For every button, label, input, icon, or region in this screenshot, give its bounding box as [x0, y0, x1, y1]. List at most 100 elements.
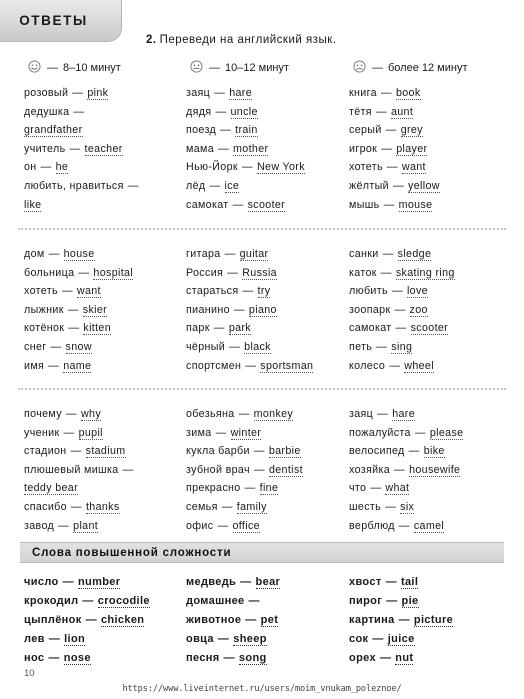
pair-dash: — — [209, 179, 221, 192]
russian-word: розовый — [24, 87, 69, 99]
pair-dash: — — [245, 614, 257, 626]
pair-dash: — — [244, 482, 256, 495]
russian-word: любить — [349, 285, 388, 298]
word-pair: тётя — aunt — [349, 103, 500, 122]
word-pair: Нью-Йорк — New York — [186, 158, 349, 177]
pair-dash: — — [375, 105, 387, 118]
word-pair: кукла барби — barbie — [186, 442, 349, 461]
english-word: snow — [65, 340, 92, 354]
pair-dash: — — [227, 266, 239, 279]
answers-tab-header: ОТВЕТЫ — [0, 0, 122, 42]
english-word: what — [385, 482, 410, 496]
vocabulary-column: дом — house больница — hospital хотеть — want лыж… — [24, 245, 186, 375]
english-word: ice — [224, 179, 240, 193]
english-word: mother — [233, 142, 269, 156]
russian-word: он — [24, 161, 37, 174]
english-word: sledge — [397, 248, 432, 261]
word-pair: обезьяна — monkey — [186, 405, 349, 424]
english-word: sportsman — [260, 359, 314, 373]
vocabulary-column: санки — sledge каток — skating ring любить — lov… — [349, 245, 500, 375]
vocabulary-column: книга — book тётя — aunt серый — grey игрок — playe… — [349, 84, 500, 214]
pair-dash: — — [70, 445, 82, 458]
english-word: grey — [400, 124, 423, 138]
russian-word: заяц — [186, 87, 211, 99]
russian-word: пианино — [186, 303, 230, 316]
english-word: plant — [73, 519, 99, 533]
word-pair: заяц — hare — [186, 84, 349, 103]
russian-word: парк — [186, 322, 210, 335]
word-pair: офис — office — [186, 517, 349, 536]
english-word: why — [80, 408, 102, 421]
russian-word: домашнее — [186, 595, 245, 607]
pair-dash: — — [392, 179, 405, 192]
russian-word: заяц — [349, 408, 374, 420]
pair-dash: — — [380, 266, 392, 279]
pair-dash: — — [214, 87, 226, 99]
pair-dash: — — [85, 614, 97, 626]
word-pair: завод — plant — [24, 517, 186, 536]
footer-source-url: https://www.liveinternet.ru/users/moim_v… — [122, 684, 402, 694]
word-pair: котёнок — kitten — [24, 319, 186, 338]
word-pair: Россия — Russia — [186, 264, 349, 283]
word-pair: почему — why — [24, 405, 186, 424]
english-word: name — [63, 359, 92, 373]
russian-word: зубной врач — [186, 463, 250, 476]
pair-dash: — — [379, 652, 392, 664]
word-pair: крокодил — crocodile — [24, 592, 186, 611]
advanced-words-column: хвост — tail пирог — pie картина — picture сок — ju… — [349, 573, 500, 668]
english-word: song — [238, 652, 267, 665]
english-word: scooter — [247, 198, 286, 212]
pair-dash: — — [391, 285, 403, 298]
legend-label-sad: более 12 минут — [388, 62, 468, 74]
russian-word: медведь — [186, 576, 237, 588]
russian-word: сок — [349, 633, 369, 645]
pair-dash: — — [65, 408, 77, 420]
advanced-words-section-title: Слова повышенной сложности — [32, 546, 232, 559]
word-pair: чёрный — black — [186, 338, 349, 357]
word-pair: картина — picture — [349, 611, 500, 630]
pair-dash: — — [248, 595, 260, 607]
pair-dash: — — [253, 463, 265, 476]
pair-dash: — — [217, 633, 230, 645]
english-word: wheel — [404, 359, 434, 373]
russian-word: пожалуйста — [349, 426, 411, 439]
english-word: family — [236, 500, 267, 514]
vocabulary-column: заяц — hare пожалуйста — please велосипед — bike… — [349, 405, 500, 535]
english-word: picture — [413, 614, 454, 627]
pair-dash: — — [122, 463, 134, 476]
pair-dash: — — [127, 179, 139, 192]
pair-dash: — — [224, 248, 236, 260]
advanced-words-column: медведь — bear домашнее — животное — pet овца — sh… — [186, 573, 349, 668]
word-pair: овца — sheep — [186, 630, 349, 649]
pair-dash: — — [381, 142, 393, 155]
english-word: sing — [391, 340, 413, 354]
exercise-heading: 2. Переведи на английский язык. — [146, 34, 337, 46]
english-word: winter — [230, 426, 262, 440]
english-word: zoo — [409, 303, 428, 317]
english-word: teddy bear — [24, 482, 79, 496]
word-pair: серый — grey — [349, 121, 500, 140]
russian-word: прекрасно — [186, 482, 241, 495]
word-pair: санки — sledge — [349, 245, 500, 264]
word-pair: зоопарк — zoo — [349, 301, 500, 320]
time-legend: — 8–10 минут — 10–12 минут — более 12 ми… — [28, 60, 498, 76]
pair-dash: — — [394, 463, 406, 476]
pair-dash: — — [72, 87, 84, 99]
word-pair: мама — mother — [186, 140, 349, 159]
pair-dash: — — [408, 445, 420, 458]
vocabulary-column: заяц — hare дядя — uncle поезд — train мама — mothe… — [186, 84, 349, 214]
word-pair: стараться — try — [186, 282, 349, 301]
word-pair: петь — sing — [349, 338, 500, 357]
russian-word: цыплёнок — [24, 614, 82, 626]
pair-dash: — — [78, 266, 90, 279]
word-pair: колесо — wheel — [349, 357, 500, 376]
pair-dash: — — [217, 142, 230, 155]
russian-word: петь — [349, 340, 373, 353]
pair-dash: — — [398, 519, 410, 532]
pair-dash: — — [377, 408, 389, 420]
word-pair: учитель — teacher — [24, 140, 186, 159]
word-pair: что — what — [349, 479, 500, 498]
english-word: dentist — [268, 463, 303, 477]
exercise-number: 2. — [146, 34, 157, 46]
word-pair: гитара — guitar — [186, 245, 349, 264]
